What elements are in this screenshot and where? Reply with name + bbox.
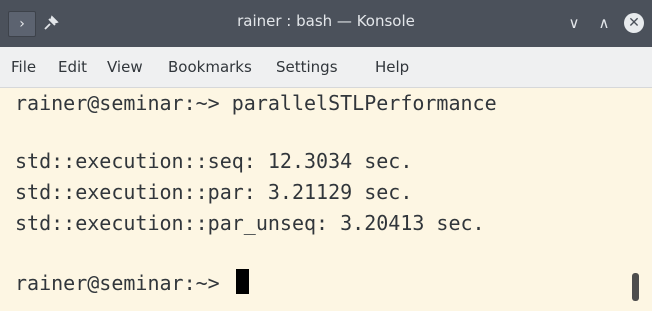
close-button[interactable]: ✕ [622,11,646,35]
menu-help[interactable]: Help [375,58,409,76]
chevron-up-icon: ∧ [598,14,610,32]
terminal-line-command: rainer@seminar:~> parallelSTLPerformance [15,91,497,115]
terminal-line-prompt: rainer@seminar:~> [15,269,249,295]
chevron-down-icon: ∨ [568,14,580,32]
menu-settings[interactable]: Settings [276,58,338,76]
terminal-output[interactable]: rainer@seminar:~> parallelSTLPerformance… [0,88,652,311]
prompt-text: rainer@seminar:~> [15,271,232,295]
menu-bar: File Edit View Bookmarks Settings Help [0,47,652,88]
maximize-button[interactable]: ∧ [592,11,616,35]
close-icon: ✕ [624,13,644,33]
terminal-line-par-unseq: std::execution::par_unseq: 3.20413 sec. [15,211,485,235]
title-bar[interactable]: › rainer : bash — Konsole ∨ ∧ ✕ [0,0,652,47]
terminal-line-par: std::execution::par: 3.21129 sec. [15,180,413,204]
minimize-button[interactable]: ∨ [562,11,586,35]
menu-view[interactable]: View [107,58,143,76]
menu-file[interactable]: File [11,58,36,76]
menu-edit[interactable]: Edit [58,58,87,76]
window-title: rainer : bash — Konsole [237,12,415,30]
scrollbar-handle[interactable] [632,273,639,301]
menu-bookmarks[interactable]: Bookmarks [168,58,252,76]
text-cursor [235,269,249,294]
terminal-line-seq: std::execution::seq: 12.3034 sec. [15,149,413,173]
